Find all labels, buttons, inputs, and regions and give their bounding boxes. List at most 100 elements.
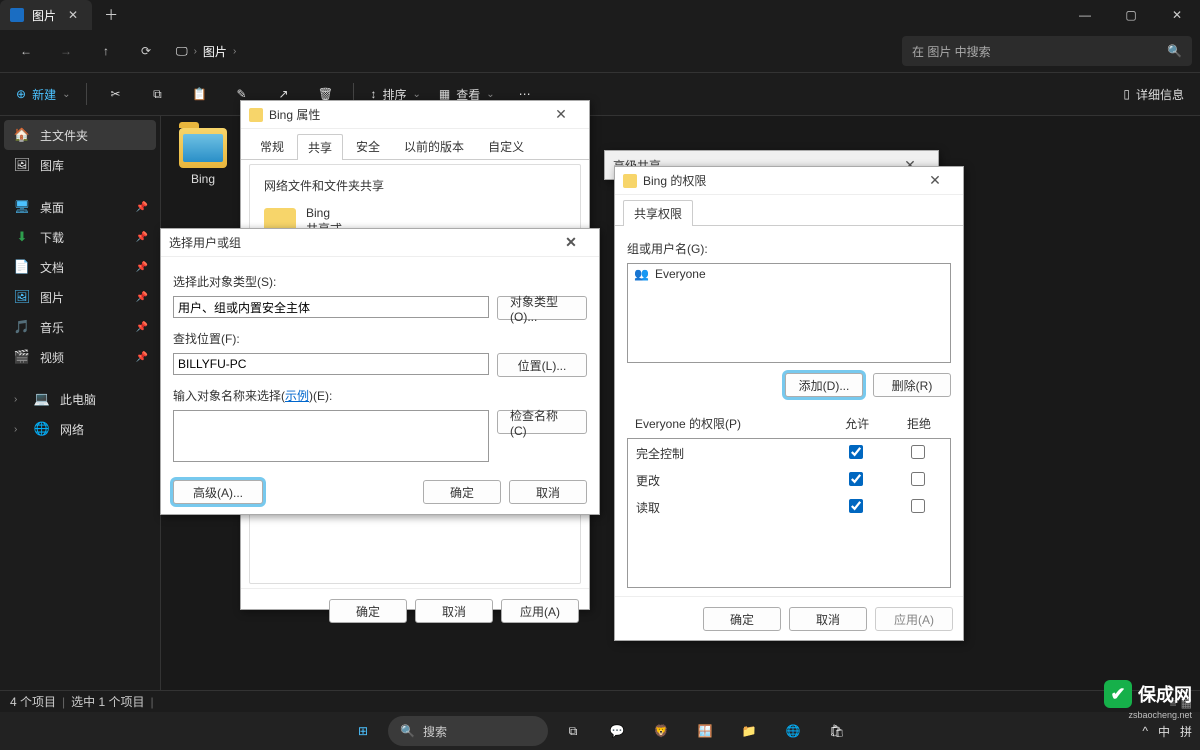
advanced-button[interactable]: 高级(A)... [173, 480, 263, 504]
tab-share-permissions[interactable]: 共享权限 [623, 200, 693, 226]
close-icon[interactable]: ✕ [551, 234, 591, 251]
tab-previous[interactable]: 以前的版本 [393, 133, 475, 159]
status-bar: 4 个项目 | 选中 1 个项目 | ≡▦ [0, 690, 1200, 712]
sidebar-item-pictures[interactable]: 🖼图片📌 [4, 282, 156, 312]
minimize-button[interactable]: — [1062, 0, 1108, 30]
breadcrumb[interactable]: 🖵 › 图片 › [168, 43, 244, 60]
perm-row-change: 更改 [630, 468, 948, 493]
check-names-button[interactable]: 检查名称(C) [497, 410, 587, 434]
deny-read-checkbox[interactable] [911, 499, 925, 513]
tab-security[interactable]: 安全 [345, 133, 391, 159]
allow-header: 允许 [827, 411, 887, 436]
active-tab[interactable]: 图片 ✕ [0, 0, 92, 30]
share-icon: ↗ [278, 87, 288, 101]
taskbar-search[interactable]: 🔍搜索 [388, 716, 548, 746]
ok-button[interactable]: 确定 [329, 599, 407, 623]
apply-button[interactable]: 应用(A) [501, 599, 579, 623]
deny-full-control-checkbox[interactable] [911, 445, 925, 459]
sidebar-item-videos[interactable]: 🎬视频📌 [4, 342, 156, 372]
dialog-titlebar[interactable]: 选择用户或组 ✕ [161, 229, 599, 257]
dialog-titlebar[interactable]: Bing 属性 ✕ [241, 101, 589, 129]
new-tab-button[interactable]: ＋ [92, 5, 130, 25]
cancel-button[interactable]: 取消 [789, 607, 867, 631]
taskbar-store[interactable]: 🛍 [818, 716, 856, 746]
copy-button[interactable]: ⧉ [139, 78, 175, 110]
list-item-everyone[interactable]: 👥 Everyone [628, 264, 950, 284]
dialog-title: Bing 属性 [269, 106, 320, 123]
ok-button[interactable]: 确定 [423, 480, 501, 504]
cancel-button[interactable]: 取消 [509, 480, 587, 504]
tab-general[interactable]: 常规 [249, 133, 295, 159]
taskbar-explorer[interactable]: 📁 [730, 716, 768, 746]
pictures-icon: 🖼 [14, 289, 30, 305]
close-tab-icon[interactable]: ✕ [64, 8, 82, 22]
sidebar-item-home[interactable]: 🏠主文件夹 [4, 120, 156, 150]
document-icon: 📄 [14, 259, 30, 275]
taskbar-app[interactable]: 🦁 [642, 716, 680, 746]
input-indicator[interactable]: 拼 [1180, 723, 1192, 740]
chevron-up-icon[interactable]: ^ [1142, 724, 1148, 738]
panel-icon: ▯ [1123, 87, 1130, 101]
object-types-button[interactable]: 对象类型(O)... [497, 296, 587, 320]
back-button[interactable]: ← [8, 35, 44, 67]
tab-custom[interactable]: 自定义 [477, 133, 535, 159]
details-pane-button[interactable]: ▯详细信息 [1117, 78, 1190, 110]
refresh-button[interactable]: ⟳ [128, 35, 164, 67]
example-link[interactable]: 示例 [285, 389, 309, 403]
allow-full-control-checkbox[interactable] [849, 445, 863, 459]
gallery-icon: 🖼 [14, 157, 30, 173]
cut-button[interactable]: ✂ [97, 78, 133, 110]
paste-button[interactable]: 📋 [181, 78, 217, 110]
names-label: 输入对象名称来选择(示例)(E): [173, 387, 587, 404]
system-tray[interactable]: ^ 中 拼 [1142, 723, 1192, 740]
taskbar-app[interactable]: 💬 [598, 716, 636, 746]
up-button[interactable]: ↑ [88, 35, 124, 67]
pin-icon: 📌 [136, 232, 148, 243]
users-listbox[interactable]: 👥 Everyone [627, 263, 951, 363]
start-button[interactable]: ⊞ [344, 716, 382, 746]
window-tabbar: 图片 ✕ ＋ — ▢ ✕ [0, 0, 1200, 30]
tab-share[interactable]: 共享 [297, 134, 343, 160]
taskbar-edge[interactable]: 🌐 [774, 716, 812, 746]
dialog-titlebar[interactable]: Bing 的权限 ✕ [615, 167, 963, 195]
trash-icon: 🗑 [318, 87, 333, 101]
search-icon: 🔍 [400, 724, 415, 738]
new-button[interactable]: ⊕新建⌄ [10, 78, 76, 110]
maximize-button[interactable]: ▢ [1108, 0, 1154, 30]
deny-header: 拒绝 [889, 411, 949, 436]
chevron-down-icon: ⌄ [412, 89, 420, 100]
add-button[interactable]: 添加(D)... [785, 373, 863, 397]
locations-button[interactable]: 位置(L)... [497, 353, 587, 377]
scissors-icon: ✂ [110, 87, 120, 101]
sidebar-item-this-pc[interactable]: ›💻此电脑 [4, 384, 156, 414]
close-window-button[interactable]: ✕ [1154, 0, 1200, 30]
language-indicator[interactable]: 中 [1158, 723, 1170, 740]
forward-button[interactable]: → [48, 35, 84, 67]
breadcrumb-item[interactable]: 图片 [203, 43, 227, 60]
search-input[interactable]: 在 图片 中搜索 🔍 [902, 36, 1192, 66]
sort-icon: ↕ [370, 87, 376, 101]
object-type-field[interactable] [173, 296, 489, 318]
location-field[interactable] [173, 353, 489, 375]
close-icon[interactable]: ✕ [915, 172, 955, 189]
ok-button[interactable]: 确定 [703, 607, 781, 631]
allow-change-checkbox[interactable] [849, 472, 863, 486]
folder-item-bing[interactable]: Bing [173, 128, 233, 186]
close-icon[interactable]: ✕ [541, 106, 581, 123]
sidebar-item-desktop[interactable]: 🖥桌面📌 [4, 192, 156, 222]
deny-change-checkbox[interactable] [911, 472, 925, 486]
sidebar-item-downloads[interactable]: ⬇下载📌 [4, 222, 156, 252]
cancel-button[interactable]: 取消 [415, 599, 493, 623]
task-view-button[interactable]: ⧉ [554, 716, 592, 746]
sidebar-item-network[interactable]: ›🌐网络 [4, 414, 156, 444]
sidebar-item-music[interactable]: 🎵音乐📌 [4, 312, 156, 342]
allow-read-checkbox[interactable] [849, 499, 863, 513]
remove-button[interactable]: 删除(R) [873, 373, 951, 397]
sidebar-item-documents[interactable]: 📄文档📌 [4, 252, 156, 282]
apply-button[interactable]: 应用(A) [875, 607, 953, 631]
sidebar-item-gallery[interactable]: 🖼图库 [4, 150, 156, 180]
taskbar-app[interactable]: 🪟 [686, 716, 724, 746]
rename-icon: ✎ [236, 87, 246, 101]
watermark-logo-icon: ✔ [1104, 680, 1132, 708]
object-names-input[interactable] [173, 410, 489, 462]
